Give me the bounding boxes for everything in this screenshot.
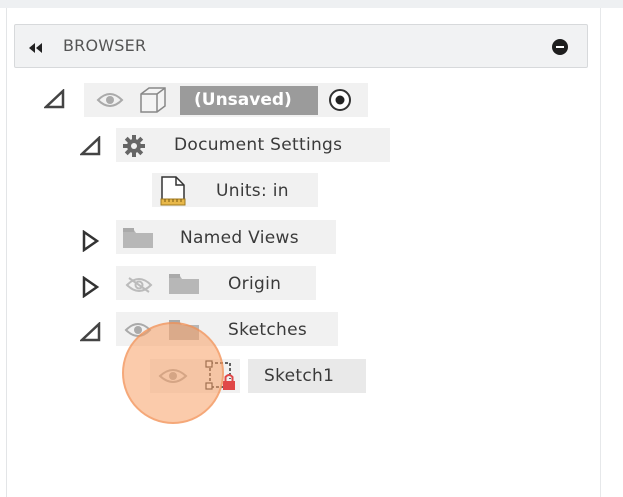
browser-title: BROWSER [63, 36, 147, 55]
folder-icon [168, 273, 200, 295]
tree-label-root[interactable]: (Unsaved) [194, 90, 292, 110]
tree-label-named-views[interactable]: Named Views [180, 228, 299, 248]
expand-toggle-named-views[interactable] [82, 229, 102, 253]
left-border [6, 8, 7, 497]
top-strip [0, 0, 623, 8]
browser-header: BROWSER [14, 24, 588, 68]
folder-icon [122, 227, 154, 249]
double-chevron-left-icon[interactable] [27, 40, 45, 54]
tree-label-units[interactable]: Units: in [216, 181, 289, 201]
gear-icon [122, 134, 146, 162]
minus-circle-icon[interactable] [552, 39, 568, 55]
tree-label-sketch1[interactable]: Sketch1 [264, 366, 334, 386]
expand-toggle-origin[interactable] [82, 275, 102, 299]
right-border [600, 8, 601, 497]
tree-label-sketches[interactable]: Sketches [228, 320, 307, 340]
expand-toggle-root[interactable] [42, 88, 65, 109]
activate-radio-icon[interactable] [328, 88, 352, 116]
document-ruler-icon [158, 175, 188, 211]
eye-hidden-icon[interactable] [124, 276, 154, 298]
tree-label-document-settings[interactable]: Document Settings [174, 135, 342, 155]
eye-icon[interactable] [96, 92, 124, 112]
expand-toggle-document-settings[interactable] [78, 135, 101, 156]
expand-toggle-sketches[interactable] [78, 321, 101, 342]
tree-label-origin[interactable]: Origin [228, 274, 281, 294]
component-icon [135, 86, 169, 118]
cursor-click-highlight [122, 322, 224, 424]
